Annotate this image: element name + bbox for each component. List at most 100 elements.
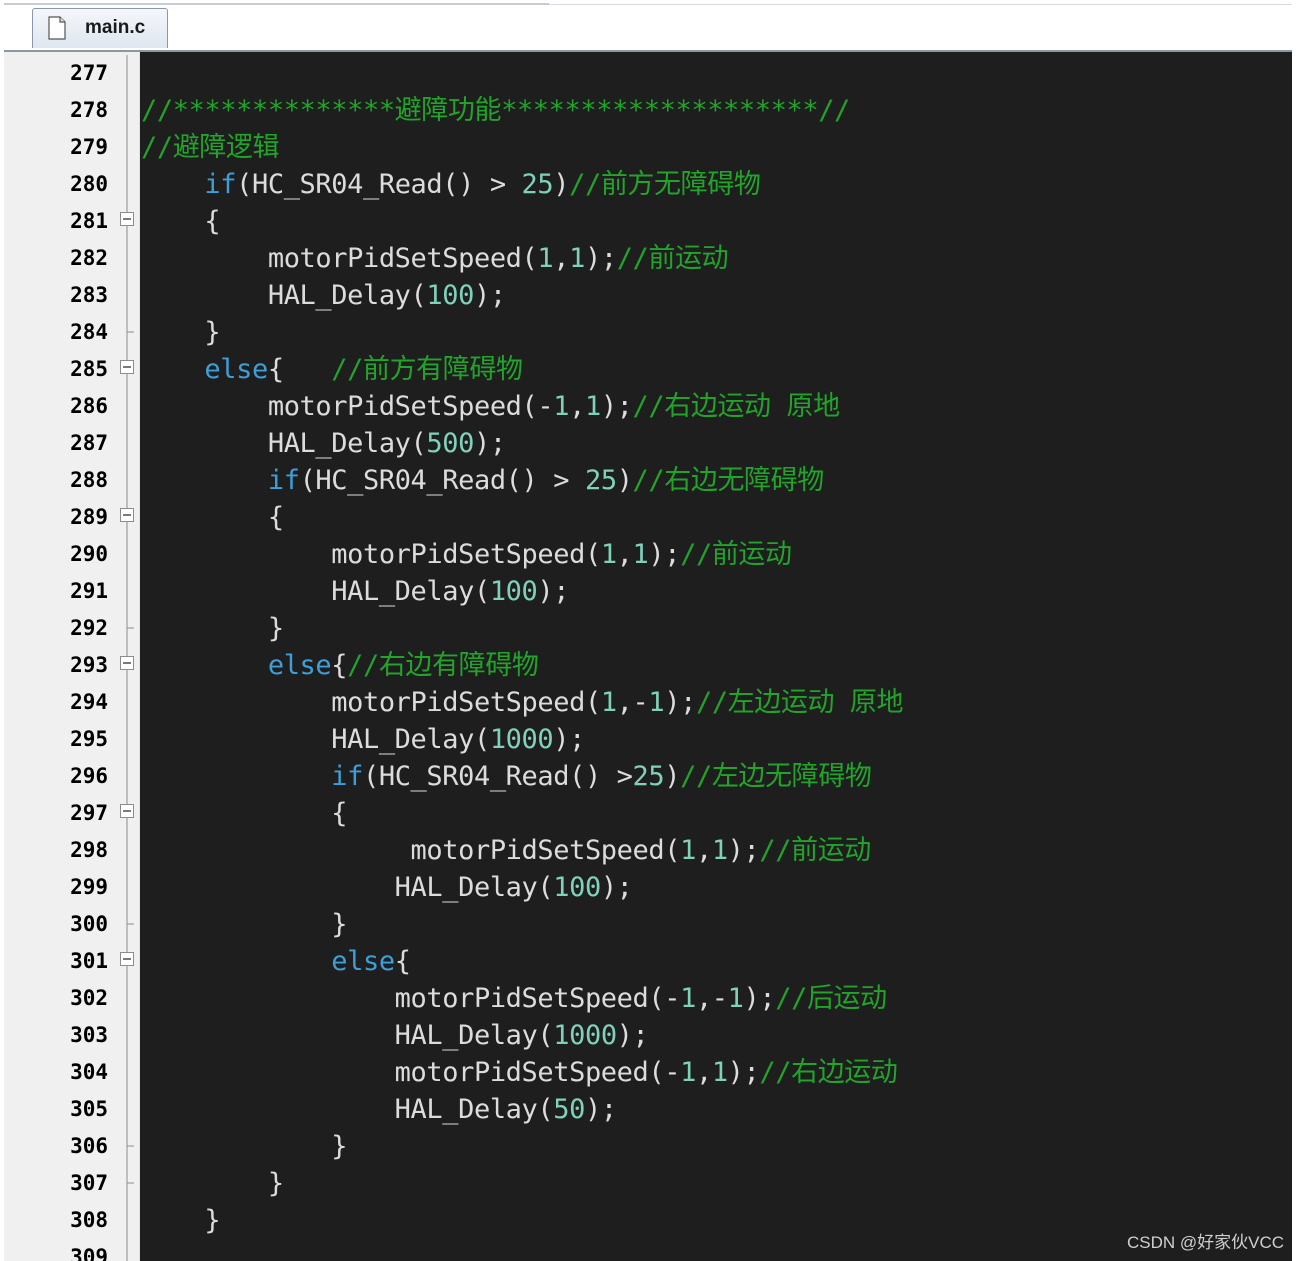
code-token: , (616, 539, 633, 570)
line-number: 300 (70, 912, 108, 936)
line-number: 302 (70, 986, 108, 1010)
line-number: 281 (70, 209, 108, 233)
number-token: 50 (553, 1094, 585, 1125)
code-line[interactable]: 277 (4, 55, 1292, 92)
code-text: { (141, 499, 284, 536)
code-line[interactable]: 306 } (4, 1128, 1292, 1165)
code-line[interactable]: 297 { (4, 795, 1292, 832)
code-token: ); (600, 872, 633, 903)
fold-line-marker (117, 425, 137, 462)
fold-line-marker (117, 573, 137, 610)
code-token: ); (600, 391, 633, 422)
code-line[interactable]: 296 if(HC_SR04_Read() >25)//左边无障碍物 (4, 758, 1292, 795)
number-token: 500 (426, 428, 474, 459)
comment-token: //前运动 (759, 835, 871, 866)
line-number: 289 (70, 505, 108, 529)
code-text: HAL_Delay(100); (141, 277, 506, 314)
line-number: 297 (70, 801, 108, 825)
code-line[interactable]: 282 motorPidSetSpeed(1,1);//前运动 (4, 240, 1292, 277)
code-line[interactable]: 287 HAL_Delay(500); (4, 425, 1292, 462)
comment-token: //前方有障碍物 (331, 354, 523, 385)
code-token: ); (743, 983, 776, 1014)
code-text: if(HC_SR04_Read() > 25)//右边无障碍物 (141, 462, 824, 499)
code-token: ); (553, 724, 585, 755)
code-line[interactable]: 291 HAL_Delay(100); (4, 573, 1292, 610)
line-number: 282 (70, 246, 108, 270)
fold-collapse-icon[interactable] (117, 647, 137, 684)
code-line[interactable]: 278 //**************避障功能*****************… (4, 92, 1292, 129)
code-token: HAL_Delay( (141, 872, 554, 903)
code-line[interactable]: 307 } (4, 1165, 1292, 1202)
code-line[interactable]: 303 HAL_Delay(1000); (4, 1017, 1292, 1054)
code-text: motorPidSetSpeed(1,-1);//左边运动 原地 (141, 684, 903, 721)
code-token: motorPidSetSpeed( (141, 835, 681, 866)
comment-token: //右边运动 原地 (632, 391, 841, 422)
code-line[interactable]: 302 motorPidSetSpeed(-1,-1);//后运动 (4, 980, 1292, 1017)
line-number: 279 (70, 135, 108, 159)
line-number: 306 (70, 1134, 108, 1158)
code-line[interactable]: 280 if(HC_SR04_Read() > 25)//前方无障碍物 (4, 166, 1292, 203)
code-token: HAL_Delay( (141, 428, 427, 459)
code-line[interactable]: 286 motorPidSetSpeed(-1,1);//右边运动 原地 (4, 388, 1292, 425)
comment-token: //**************避障功能********************… (141, 95, 850, 126)
code-token: } (141, 317, 221, 348)
code-line[interactable]: 292 } (4, 610, 1292, 647)
fold-collapse-icon[interactable] (117, 203, 137, 240)
fold-collapse-icon[interactable] (117, 351, 137, 388)
code-line[interactable]: 305 HAL_Delay(50); (4, 1091, 1292, 1128)
code-line[interactable]: 283 HAL_Delay(100); (4, 277, 1292, 314)
comment-token: //前运动 (616, 243, 729, 274)
code-editor[interactable]: 277 278 //**************避障功能**************… (4, 52, 1292, 1261)
number-token: 25 (584, 465, 617, 496)
code-line[interactable]: 308 } (4, 1202, 1292, 1239)
code-token: { (141, 502, 284, 533)
code-line[interactable]: 294 motorPidSetSpeed(1,-1);//左边运动 原地 (4, 684, 1292, 721)
code-token: ) (616, 465, 633, 496)
number-token: 100 (489, 576, 538, 607)
code-line[interactable]: 293 else{//右边有障碍物 (4, 647, 1292, 684)
comment-token: //左边无障碍物 (680, 761, 872, 792)
code-token: ); (473, 280, 506, 311)
keyword-token: if (267, 465, 300, 496)
code-line[interactable]: 284 } (4, 314, 1292, 351)
code-token: } (141, 613, 284, 644)
fold-line-marker (117, 388, 137, 425)
line-number: 305 (70, 1097, 108, 1121)
fold-line-marker (117, 55, 137, 92)
number-token: 1 (711, 1057, 728, 1088)
code-line[interactable]: 281 { (4, 203, 1292, 240)
code-token: ); (473, 428, 506, 459)
code-line[interactable]: 279 //避障逻辑 (4, 129, 1292, 166)
fold-collapse-icon[interactable] (117, 795, 137, 832)
code-token: motorPidSetSpeed(- (141, 1057, 681, 1088)
number-token: 1 (553, 391, 570, 422)
code-line[interactable]: 309 (4, 1239, 1292, 1261)
fold-collapse-icon[interactable] (117, 943, 137, 980)
code-line[interactable]: 304 motorPidSetSpeed(-1,1);//右边运动 (4, 1054, 1292, 1091)
code-line[interactable]: 300 } (4, 906, 1292, 943)
code-token: motorPidSetSpeed( (141, 539, 601, 570)
code-line[interactable]: 285 else{ //前方有障碍物 (4, 351, 1292, 388)
fold-collapse-icon[interactable] (117, 499, 137, 536)
fold-end-marker (117, 906, 137, 943)
code-text: } (141, 1202, 220, 1239)
code-text: HAL_Delay(100); (141, 869, 633, 906)
number-token: 25 (632, 761, 665, 792)
tab-main-c[interactable]: main.c (32, 8, 168, 48)
code-text: motorPidSetSpeed(-1,1);//右边运动 原地 (141, 388, 840, 425)
code-token: , (569, 391, 585, 422)
code-token: ); (584, 243, 617, 274)
code-line[interactable]: 295 HAL_Delay(1000); (4, 721, 1292, 758)
code-line[interactable]: 301 else{ (4, 943, 1292, 980)
code-text: } (141, 314, 220, 351)
code-line[interactable]: 288 if(HC_SR04_Read() > 25)//右边无障碍物 (4, 462, 1292, 499)
code-text: } (141, 906, 347, 943)
fold-line-marker (117, 721, 137, 758)
code-line[interactable]: 298 motorPidSetSpeed(1,1);//前运动 (4, 832, 1292, 869)
code-line[interactable]: 290 motorPidSetSpeed(1,1);//前运动 (4, 536, 1292, 573)
fold-line-marker (117, 277, 137, 314)
code-token: ); (727, 1057, 760, 1088)
code-line[interactable]: 289 { (4, 499, 1292, 536)
code-line[interactable]: 299 HAL_Delay(100); (4, 869, 1292, 906)
